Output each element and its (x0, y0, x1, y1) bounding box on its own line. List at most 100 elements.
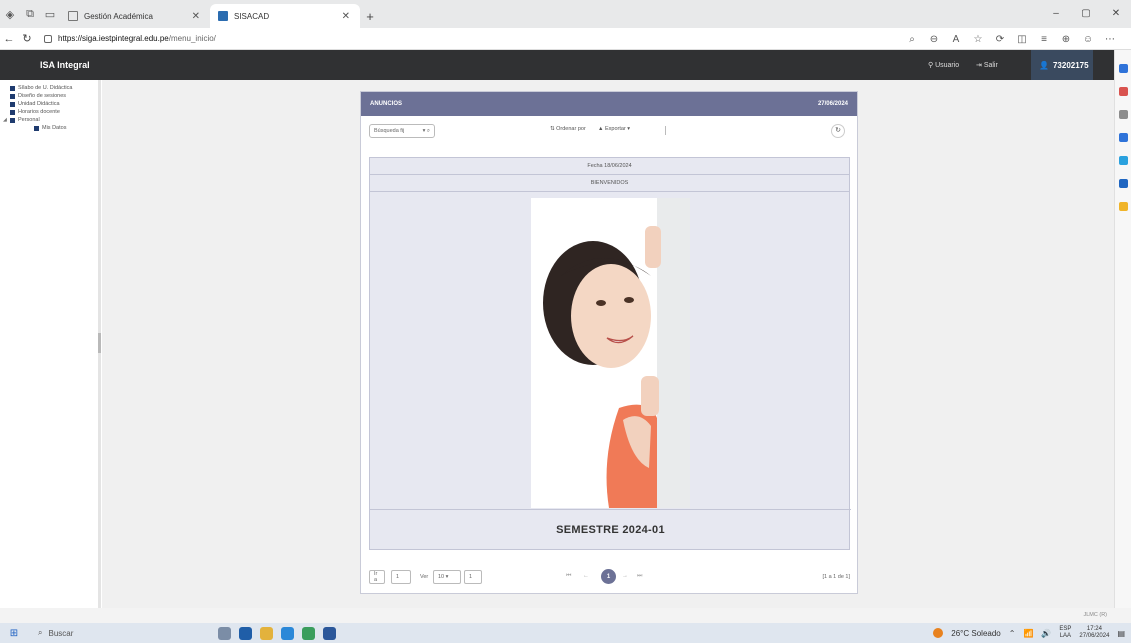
expand-icon[interactable]: ◢ (3, 117, 7, 123)
new-tab-button[interactable]: + (360, 4, 380, 28)
per-page-input[interactable]: 1 (464, 570, 482, 584)
copilot-icon[interactable] (1118, 64, 1128, 73)
semestre-label: SEMESTRE 2024-01 (370, 509, 851, 549)
user-badge[interactable]: 👤 73202175 (1031, 50, 1093, 80)
tab-sisacad[interactable]: SISACAD ✕ (210, 4, 360, 28)
file-explorer-icon[interactable] (260, 626, 273, 640)
search-icon: ▾ ⌕ (422, 127, 430, 134)
url-path: /menu_inicio/ (168, 34, 216, 43)
back-arrow-icon[interactable]: ← (0, 33, 18, 45)
games-icon[interactable] (1118, 133, 1128, 142)
address-bar: ← ↻ https://siga.iestpintegral.edu.pe/me… (0, 28, 1131, 50)
sidebar-item-silabo[interactable]: Sílabo de U. Didáctica (0, 84, 102, 92)
more-icon[interactable]: ⋯ (1099, 34, 1121, 45)
favorite-star-icon[interactable]: ☆ (967, 34, 989, 45)
next-page-icon[interactable]: → (622, 573, 628, 579)
refresh-button[interactable]: ↻ (831, 124, 845, 138)
salir-label: Salir (983, 62, 998, 69)
search-icon[interactable]: ⌕ (901, 34, 923, 45)
announcement-content: Fecha 18/06/2024 BIENVENIDOS SEMESTRE 20… (369, 157, 851, 550)
sidebar-item-diseno[interactable]: Diseño de sesiones (0, 92, 102, 100)
sidebar-item-unidad[interactable]: Unidad Didáctica (0, 100, 102, 108)
clock[interactable]: 17:24 27/06/2024 (1079, 626, 1109, 640)
splitter-grip[interactable] (98, 333, 101, 353)
order-button[interactable]: ⇅ Ordenar por (550, 126, 586, 132)
outlook-icon[interactable] (1118, 156, 1128, 165)
maximize-button[interactable]: ▢ (1071, 0, 1101, 28)
network-icon[interactable]: 📶 (1023, 629, 1033, 638)
brand-title: ISA Integral (40, 60, 90, 70)
announcement-image (531, 198, 690, 508)
export-icon: ▲ (598, 126, 605, 132)
edge-browser-icon[interactable] (239, 626, 252, 640)
goto-input[interactable]: 1 (391, 570, 411, 584)
current-page-button[interactable]: 1 (601, 569, 616, 584)
language-indicator[interactable]: ESP LAA (1059, 626, 1071, 640)
zoom-icon[interactable]: ⊖ (923, 34, 945, 45)
collections-icon[interactable]: ⧉ (20, 0, 40, 28)
chrome-icon[interactable] (281, 626, 294, 640)
salir-link[interactable]: ⇥ Salir (976, 61, 998, 69)
close-window-button[interactable]: ✕ (1101, 0, 1131, 28)
goto-label: Ir a (369, 570, 385, 584)
user-code: 73202175 (1052, 60, 1089, 70)
panel-toolbar: Búsqueda fij ▾ ⌕ ⇅ Ordenar por ▲ Exporta… (361, 116, 857, 146)
read-aloud-icon[interactable]: A (945, 34, 967, 45)
sidebar-item-label: Horarios docente (18, 109, 60, 115)
usuario-link[interactable]: ⚲ Usuario (928, 61, 959, 69)
weather-text[interactable]: 26°C Soleado (951, 629, 1000, 638)
task-view-icon[interactable] (218, 626, 231, 640)
tab-actions-icon[interactable]: ▭ (40, 0, 60, 28)
panel-title: ANUNCIOS (370, 101, 403, 107)
clock-time: 17:24 (1086, 626, 1102, 632)
user-avatar-icon: 👤 (1039, 60, 1049, 70)
volume-icon[interactable]: 🔊 (1041, 629, 1051, 638)
tools-icon[interactable] (1118, 110, 1128, 119)
minimize-button[interactable]: – (1041, 0, 1071, 28)
profile-icon[interactable]: ☺ (1077, 34, 1099, 45)
split-screen-icon[interactable]: ◫ (1011, 34, 1033, 45)
windows-start-icon[interactable]: ⊞ (0, 628, 28, 639)
tab-label: Gestión Académica (84, 11, 153, 21)
panel-date: 27/06/2024 (817, 101, 848, 107)
tray-arrow-icon[interactable]: ⌃ (1009, 629, 1016, 638)
prev-page-icon[interactable]: ← (583, 573, 589, 579)
page-info: [1 a 1 de 1] (822, 574, 850, 580)
first-page-icon[interactable]: ⏮ (566, 573, 571, 580)
browser-tabbar: ◈ ⧉ ▭ Gestión Académica ✕ SISACAD ✕ + – … (0, 0, 1131, 28)
tab-gestion-academica[interactable]: Gestión Académica ✕ (60, 4, 210, 28)
collections-icon[interactable]: ⊕ (1055, 34, 1077, 45)
close-tab-icon[interactable]: ✕ (192, 11, 200, 22)
clock-date: 27/06/2024 (1079, 633, 1110, 639)
shopping-icon[interactable] (1118, 87, 1128, 96)
close-tab-icon[interactable]: ✕ (342, 11, 350, 22)
sidebar-item-mis-datos[interactable]: Mis Datos (0, 124, 102, 132)
welcome-row: BIENVENIDOS (370, 175, 849, 192)
office-icon[interactable] (1118, 179, 1128, 188)
whatsapp-icon[interactable] (302, 626, 315, 640)
site-favicon-icon (218, 11, 228, 21)
system-tray: 26°C Soleado ⌃ 📶 🔊 ESP LAA 17:24 27/06/2… (933, 623, 1131, 643)
browser-bottom-strip: JLMC (R) (0, 608, 1131, 623)
workspaces-icon[interactable]: ◈ (0, 0, 20, 28)
fecha-row: Fecha 18/06/2024 (370, 158, 849, 175)
url-field[interactable]: https://siga.iestpintegral.edu.pe/menu_i… (44, 34, 216, 43)
taskbar-search[interactable]: ⌕ Buscar (28, 625, 208, 641)
last-page-icon[interactable]: ⏭ (637, 573, 642, 580)
girl-peeking-illustration (543, 198, 690, 508)
export-button[interactable]: ▲ Exportar ▾ (598, 126, 630, 132)
folder-icon (10, 101, 15, 107)
sidebar-item-personal[interactable]: ◢ Personal (0, 116, 102, 124)
search-input[interactable]: Búsqueda fij ▾ ⌕ (369, 124, 435, 138)
sidebar-item-horarios[interactable]: Horarios docente (0, 108, 102, 116)
refresh-icon[interactable]: ↻ (18, 32, 36, 45)
per-page-select[interactable]: 10 ▾ (433, 570, 461, 584)
sidebar-item-label: Unidad Didáctica (18, 101, 60, 107)
extensions-icon[interactable]: ⟳ (989, 34, 1011, 45)
sidebar-item-label: Mis Datos (42, 125, 67, 131)
word-icon[interactable] (323, 626, 336, 640)
toolbar-divider (665, 126, 666, 135)
notifications-icon[interactable]: ▤ (1117, 629, 1125, 638)
favorites-icon[interactable]: ≡ (1033, 34, 1055, 45)
drop-icon[interactable] (1118, 202, 1128, 211)
